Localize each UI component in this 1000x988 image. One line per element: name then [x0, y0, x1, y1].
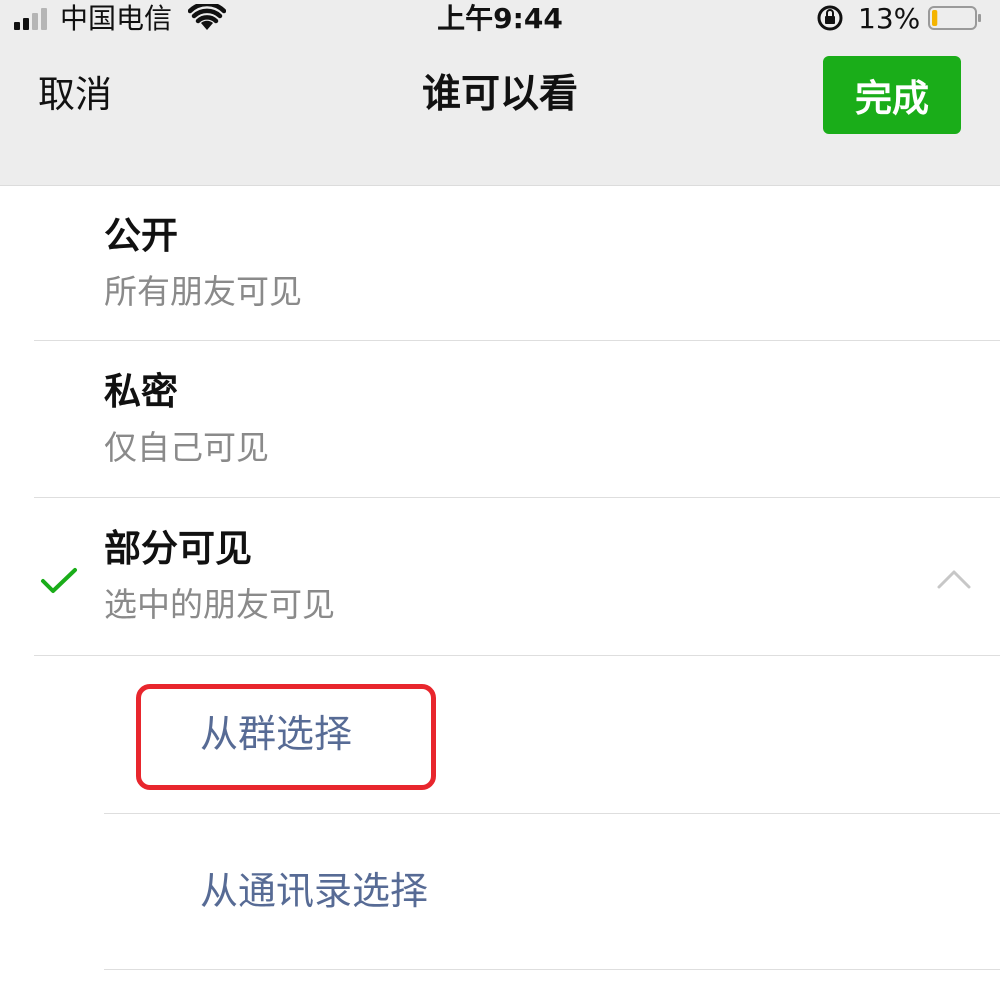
option-partial[interactable]: 部分可见 选中的朋友可见	[0, 499, 1000, 655]
top-bar: 中国电信 上午9:44 13% 取消 谁可以看 完成	[0, 0, 1000, 186]
checkmark-icon	[41, 568, 77, 593]
status-time: 上午9:44	[437, 2, 563, 35]
option-public[interactable]: 公开 所有朋友可见	[0, 186, 1000, 341]
chevron-up-icon[interactable]	[936, 568, 972, 590]
divider	[104, 969, 1000, 970]
option-title: 私密	[104, 370, 178, 413]
sub-option-label: 从群选择	[200, 712, 353, 756]
battery-percent: 13%	[858, 2, 921, 35]
orientation-lock-icon	[817, 5, 843, 31]
done-button[interactable]: 完成	[823, 56, 961, 134]
option-title: 部分可见	[104, 527, 252, 570]
divider	[34, 655, 1000, 656]
divider	[34, 497, 1000, 498]
option-private[interactable]: 私密 仅自己可见	[0, 342, 1000, 497]
sub-option-label: 从通讯录选择	[200, 869, 429, 913]
option-subtitle: 选中的朋友可见	[104, 585, 335, 624]
select-from-groups[interactable]: 从群选择	[104, 657, 1000, 813]
select-from-contacts[interactable]: 从通讯录选择	[104, 814, 1000, 970]
status-bar: 中国电信 上午9:44 13%	[0, 0, 1000, 40]
battery-icon	[928, 6, 981, 30]
option-title: 公开	[104, 214, 178, 257]
divider	[34, 340, 1000, 341]
cancel-button[interactable]: 取消	[38, 70, 112, 120]
option-subtitle: 所有朋友可见	[104, 272, 302, 311]
option-subtitle: 仅自己可见	[104, 428, 269, 467]
nav-bar: 取消 谁可以看 完成	[0, 52, 1000, 142]
